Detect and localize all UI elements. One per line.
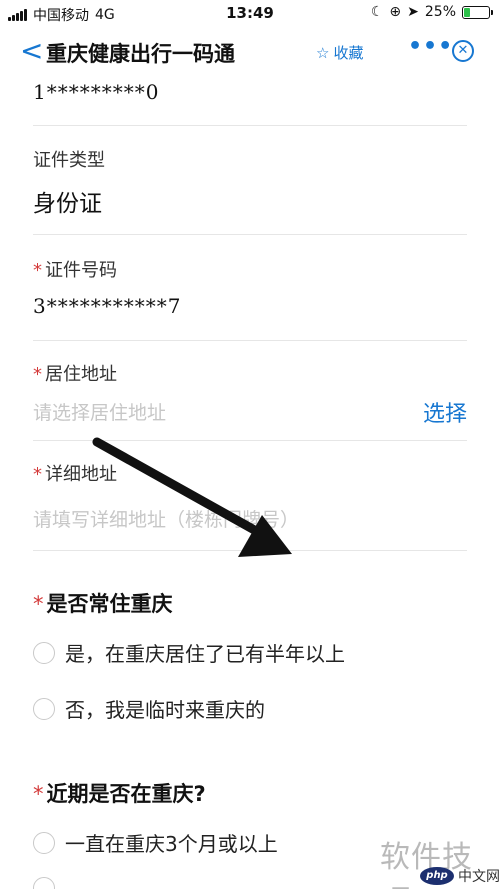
moon-icon: ☾	[370, 4, 384, 20]
required-mark: *	[33, 364, 42, 385]
php-logo: php	[420, 867, 454, 885]
back-button[interactable]: <	[20, 34, 43, 67]
battery-icon	[462, 5, 493, 19]
battery-percent: 25%	[424, 4, 456, 20]
divider	[33, 234, 467, 235]
favorite-label: 收藏	[333, 44, 364, 62]
option-resident-no[interactable]: 否，我是临时来重庆的	[33, 694, 265, 723]
option-label: 是，在重庆居住了已有半年以上	[65, 642, 345, 666]
option-label: 一直在重庆3个月或以上	[65, 832, 278, 856]
chevron-left-icon: <	[20, 34, 44, 67]
php-site-label: 中文网	[458, 869, 500, 885]
address-select-button[interactable]: 选择	[423, 396, 467, 428]
detail-address-label-text: 详细地址	[45, 464, 117, 485]
divider	[33, 340, 467, 341]
radio-button[interactable]	[33, 831, 55, 854]
divider	[33, 440, 467, 441]
page-title: 重庆健康出行一码通	[46, 42, 235, 66]
divider	[33, 550, 467, 551]
option-recent-three-months[interactable]: 一直在重庆3个月或以上	[33, 828, 278, 857]
status-right: ☾ ⊕ ➤ 25%	[370, 4, 493, 20]
id-number-label-text: 证件号码	[45, 260, 117, 281]
php-badge: php 中文网	[420, 866, 500, 886]
radio-button[interactable]	[33, 641, 55, 664]
radio-button[interactable]	[33, 876, 55, 889]
id-type-value[interactable]: 身份证	[33, 184, 102, 218]
tutorial-arrow	[92, 437, 292, 557]
more-button[interactable]: •••	[408, 34, 453, 59]
required-mark: *	[33, 782, 44, 806]
close-icon: ✕	[457, 43, 469, 58]
radio-button[interactable]	[33, 697, 55, 720]
required-mark: *	[33, 592, 44, 616]
location-icon: ➤	[407, 4, 419, 20]
favorite-button[interactable]: ☆ 收藏	[316, 42, 363, 63]
required-mark: *	[33, 260, 42, 281]
required-mark: *	[33, 464, 42, 485]
star-icon: ☆	[316, 43, 330, 62]
question-recent-title: * 近期是否在重庆?	[33, 778, 206, 808]
option-label: 否，我是临时来重庆的	[65, 698, 265, 722]
question-resident-text: 是否常住重庆	[46, 592, 173, 616]
rotation-lock-icon: ⊕	[389, 4, 402, 20]
id-number-label: * 证件号码	[33, 256, 117, 282]
question-resident-title: * 是否常住重庆	[33, 588, 173, 618]
nav-bar: < 重庆健康出行一码通 ☆ 收藏 ••• ✕	[0, 28, 500, 74]
detail-address-input[interactable]: 请填写详细地址（楼栋门牌号）	[33, 505, 299, 532]
close-miniapp-button[interactable]: ✕	[452, 40, 474, 62]
divider	[33, 125, 467, 126]
address-input[interactable]: 请选择居住地址	[33, 398, 166, 425]
status-bar: 中国移动 4G 13:49 ☾ ⊕ ➤ 25%	[0, 0, 500, 28]
option-resident-yes[interactable]: 是，在重庆居住了已有半年以上	[33, 638, 345, 667]
id-number-value[interactable]: 3***********7	[33, 294, 181, 318]
address-label-text: 居住地址	[45, 364, 117, 385]
option-recent-cutoff[interactable]	[33, 874, 55, 889]
phone-value: 1*********0	[33, 80, 160, 104]
question-recent-text: 近期是否在重庆?	[46, 782, 206, 806]
address-label: * 居住地址	[33, 360, 117, 386]
id-type-label: 证件类型	[33, 150, 105, 171]
detail-address-label: * 详细地址	[33, 460, 117, 486]
